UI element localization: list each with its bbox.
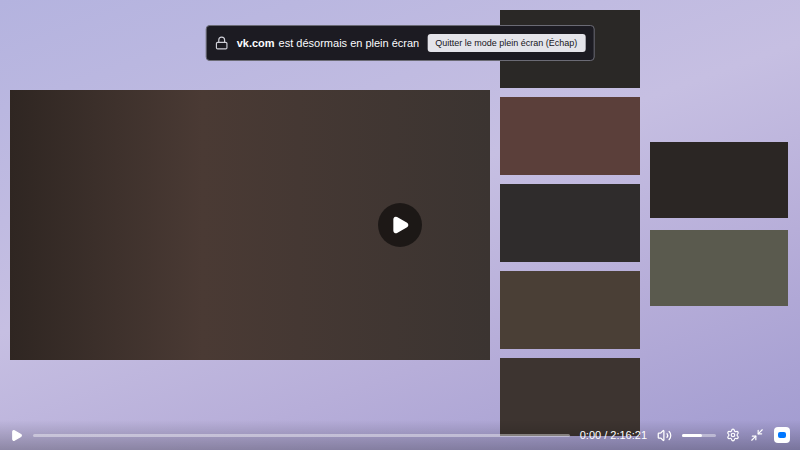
exit-fullscreen-control[interactable] bbox=[750, 428, 764, 442]
time-display: 0:00 / 2:16:21 bbox=[580, 429, 647, 441]
volume-icon[interactable] bbox=[657, 428, 672, 443]
play-button[interactable] bbox=[10, 429, 23, 442]
lock-icon bbox=[215, 36, 229, 50]
participant-tile bbox=[500, 184, 640, 262]
vk-mark bbox=[778, 432, 786, 438]
notice-domain: vk.com bbox=[237, 37, 275, 49]
play-icon[interactable] bbox=[390, 215, 410, 235]
participant-column bbox=[500, 10, 640, 436]
control-bar: 0:00 / 2:16:21 bbox=[0, 420, 800, 450]
participant-tile bbox=[650, 142, 788, 218]
volume-button[interactable] bbox=[657, 428, 672, 443]
exit-fullscreen-button[interactable]: Quitter le mode plein écran (Échap) bbox=[427, 34, 585, 52]
settings-button[interactable] bbox=[726, 428, 740, 442]
video-player[interactable]: vk.com est désormais en plein écran Quitte… bbox=[0, 0, 800, 450]
vk-logo-icon[interactable] bbox=[774, 427, 790, 443]
play-icon[interactable] bbox=[10, 429, 23, 442]
fullscreen-notice: vk.com est désormais en plein écran Quitte… bbox=[206, 25, 595, 61]
volume-slider[interactable] bbox=[682, 434, 716, 437]
participant-tile bbox=[650, 230, 788, 306]
progress-bar[interactable] bbox=[33, 434, 570, 437]
participant-column bbox=[650, 142, 788, 306]
volume-fill bbox=[682, 434, 702, 437]
notice-text: vk.com est désormais en plein écran bbox=[237, 37, 420, 49]
center-play-button[interactable] bbox=[378, 203, 422, 247]
gear-icon[interactable] bbox=[726, 428, 740, 442]
participant-tile bbox=[500, 271, 640, 349]
notice-message: est désormais en plein écran bbox=[279, 37, 420, 49]
participant-tile bbox=[500, 97, 640, 175]
minimize-icon[interactable] bbox=[750, 428, 764, 442]
